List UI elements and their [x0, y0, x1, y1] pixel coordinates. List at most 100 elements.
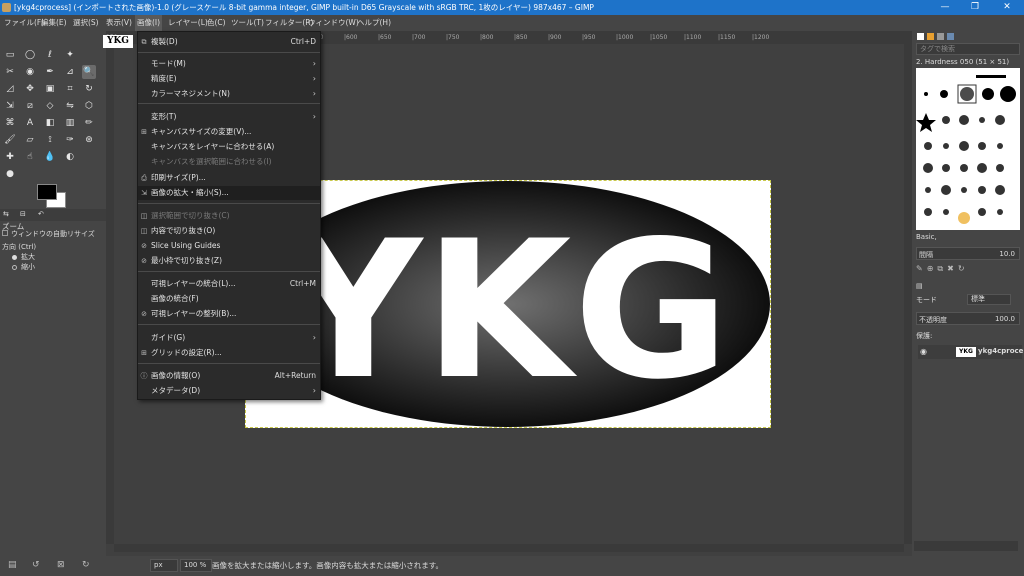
device-status-tab-icon[interactable]: ⊟: [20, 210, 26, 218]
brush-preset[interactable]: Basic,: [916, 233, 1020, 243]
gradient-tool-icon[interactable]: ▥: [63, 116, 77, 130]
image-menu-item[interactable]: ◫ 選択範囲で切り抜き(C): [138, 209, 320, 223]
heal-tool-icon[interactable]: ✚: [3, 150, 17, 164]
bucket-fill-icon[interactable]: ◧: [43, 116, 57, 130]
menu-windows[interactable]: ウィンドウ(W): [306, 15, 361, 31]
free-select-tool-icon[interactable]: ℓ: [43, 48, 57, 62]
zoom-select[interactable]: 100 %: [180, 559, 212, 572]
image-menu-item[interactable]: ⎙ 印刷サイズ(P)...: [138, 171, 320, 185]
color-picker-icon[interactable]: ⊿: [63, 65, 77, 79]
opacity-slider[interactable]: 不透明度 100.0: [916, 312, 1020, 325]
fuzzy-select-tool-icon[interactable]: ✦: [63, 48, 77, 62]
image-menu-item[interactable]: ⇲ 画像の拡大・縮小(S)...: [138, 186, 320, 200]
patterns-tab-icon[interactable]: [927, 33, 934, 40]
menu-edit[interactable]: 編集(E): [39, 15, 69, 31]
image-menu-item[interactable]: 変形(T) ›: [138, 110, 320, 124]
save-tool-preset-icon[interactable]: ▤: [8, 560, 17, 570]
image-menu-item[interactable]: ⊞ キャンバスサイズの変更(V)...: [138, 125, 320, 139]
delete-brush-icon[interactable]: ✖: [947, 264, 958, 273]
image-menu-item[interactable]: ⊘ 可視レイヤーの整列(B)...: [138, 307, 320, 321]
align-tool-icon[interactable]: ▣: [43, 82, 57, 96]
autoresize-checkbox[interactable]: [2, 230, 8, 236]
clone-tool-icon[interactable]: ⊛: [82, 133, 96, 147]
edit-brush-icon[interactable]: ✎: [916, 264, 927, 273]
pencil-tool-icon[interactable]: ✏: [82, 116, 96, 130]
perspective-tool-icon[interactable]: ◇: [43, 99, 57, 113]
undo-history-tab-icon[interactable]: ↶: [38, 210, 44, 218]
zoom-out-radio[interactable]: [12, 265, 17, 270]
smudge-tool-icon[interactable]: ☝: [23, 150, 37, 164]
rect-select-tool-icon[interactable]: ▭: [3, 48, 17, 62]
image-menu-item[interactable]: キャンバスを選択範囲に合わせる(I): [138, 155, 320, 169]
zoom-in-radio[interactable]: [12, 255, 17, 260]
mode-select[interactable]: 標準: [967, 294, 1011, 305]
brush-grid[interactable]: [916, 68, 1020, 230]
crop-tool-icon[interactable]: ⌗: [63, 82, 77, 96]
eraser-tool-icon[interactable]: ▱: [23, 133, 37, 147]
menu-view[interactable]: 表示(V): [104, 15, 134, 31]
vertical-scrollbar[interactable]: [904, 44, 912, 544]
move-tool-icon[interactable]: ✥: [23, 82, 37, 96]
flip-tool-icon[interactable]: ⇋: [63, 99, 77, 113]
menu-layer[interactable]: レイヤー(L): [166, 15, 210, 31]
layer-visibility-eye-icon[interactable]: ◉: [920, 347, 927, 356]
spacing-slider[interactable]: 間隔 10.0: [916, 247, 1020, 260]
brushes-tab-icon[interactable]: [917, 33, 924, 40]
image-menu-item[interactable]: ⊘ 最小枠で切り抜き(Z): [138, 254, 320, 268]
rotate-tool-icon[interactable]: ↻: [82, 82, 96, 96]
foreground-select-icon[interactable]: ◉: [23, 65, 37, 79]
tag-filter-input[interactable]: タグで検索: [916, 43, 1020, 55]
image-menu-item[interactable]: ⓘ 画像の情報(O) Alt+Return: [138, 369, 320, 383]
menu-colors[interactable]: 色(C): [205, 15, 228, 31]
zoom-tool-icon[interactable]: 🔍: [82, 65, 96, 79]
image-menu-item[interactable]: キャンバスをレイヤーに合わせる(A): [138, 140, 320, 154]
minimize-button[interactable]: —: [930, 0, 960, 15]
menu-select[interactable]: 選択(S): [71, 15, 101, 31]
unit-select[interactable]: px: [150, 559, 178, 572]
scissors-tool-icon[interactable]: ✂: [3, 65, 17, 79]
measure-tool-icon[interactable]: ◿: [3, 82, 17, 96]
duplicate-brush-icon[interactable]: ⧉: [937, 264, 947, 273]
dodge-tool-icon[interactable]: ◐: [63, 150, 77, 164]
documents-tab-icon[interactable]: [947, 33, 954, 40]
warp-tool-icon[interactable]: ⌘: [3, 116, 17, 130]
close-button[interactable]: ✕: [992, 0, 1022, 15]
image-canvas[interactable]: YKG: [245, 180, 771, 428]
horizontal-scrollbar[interactable]: [114, 544, 904, 552]
refresh-brush-icon[interactable]: ↻: [958, 264, 969, 273]
menu-image[interactable]: 画像(I): [135, 15, 163, 31]
delete-tool-preset-icon[interactable]: ⊠: [57, 560, 65, 570]
drop-tool-icon[interactable]: ●: [3, 167, 17, 181]
paintbrush-tool-icon[interactable]: 🖌: [3, 133, 17, 147]
image-menu-item[interactable]: ◫ 内容で切り抜き(O): [138, 224, 320, 238]
text-tool-icon[interactable]: A: [23, 116, 37, 130]
blur-tool-icon[interactable]: 💧: [43, 150, 57, 164]
tool-options-tab-icon[interactable]: ⇆: [3, 210, 9, 218]
fonts-tab-icon[interactable]: [937, 33, 944, 40]
layers-scrollbar[interactable]: [914, 541, 1018, 551]
scale-tool-icon[interactable]: ⇲: [3, 99, 17, 113]
airbrush-tool-icon[interactable]: ⟟: [43, 133, 57, 147]
reset-tool-options-icon[interactable]: ↻: [82, 560, 90, 570]
ink-tool-icon[interactable]: ✑: [63, 133, 77, 147]
menu-help[interactable]: ヘルプ(H): [355, 15, 393, 31]
shear-tool-icon[interactable]: ⧄: [23, 99, 37, 113]
image-menu-item[interactable]: ⊘ Slice Using Guides: [138, 239, 320, 253]
image-thumbnail-tab[interactable]: YKG: [103, 35, 133, 48]
image-menu-item[interactable]: 精度(E) ›: [138, 72, 320, 86]
restore-tool-preset-icon[interactable]: ↺: [32, 560, 40, 570]
image-menu-item[interactable]: 画像の統合(F): [138, 292, 320, 306]
image-menu-item[interactable]: 可視レイヤーの統合(L)... Ctrl+M: [138, 277, 320, 291]
image-menu-item[interactable]: メタデータ(D) ›: [138, 384, 320, 398]
image-menu-item[interactable]: カラーマネジメント(N) ›: [138, 87, 320, 101]
new-brush-icon[interactable]: ⊕: [927, 264, 938, 273]
maximize-button[interactable]: ❐: [960, 0, 990, 15]
layer-row[interactable]: ◉ YKG ykg4cproce: [918, 345, 1023, 359]
image-menu-item[interactable]: モード(M) ›: [138, 57, 320, 71]
menu-tools[interactable]: ツール(T): [229, 15, 266, 31]
cage-tool-icon[interactable]: ⬡: [82, 99, 96, 113]
image-menu-item[interactable]: ガイド(G) ›: [138, 331, 320, 345]
ellipse-select-tool-icon[interactable]: ◯: [23, 48, 37, 62]
layers-tab-icon[interactable]: ▤: [916, 282, 923, 290]
image-menu-item[interactable]: ⧉ 複製(D) Ctrl+D: [138, 35, 320, 49]
